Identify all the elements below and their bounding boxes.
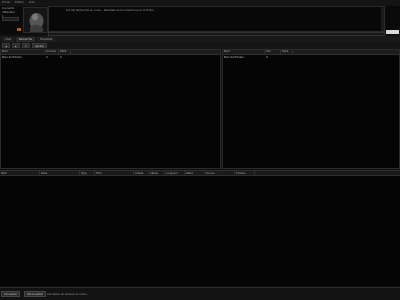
col-source[interactable]: Source [205, 171, 235, 175]
refresh-button[interactable]: ⟳ [21, 43, 30, 48]
col-size[interactable]: Taille [281, 50, 293, 54]
flag-icon [17, 28, 21, 31]
col-size[interactable]: Taille [40, 171, 80, 175]
col-name[interactable]: Nom [0, 171, 40, 175]
col-album[interactable]: Album [149, 171, 165, 175]
connect-button[interactable]: Connecter [1, 291, 20, 297]
right-input-field[interactable] [386, 30, 399, 34]
user-field[interactable] [2, 17, 19, 21]
list-item[interactable]: Nom de fichiers 0 0 [1, 55, 220, 60]
col-type[interactable]: Type [80, 171, 95, 175]
log-panel: [12:00] Recherche en cours… Résultats de… [48, 6, 385, 32]
menu-item-help[interactable]: Aide [29, 0, 35, 6]
row-name: Nom de fichiers [224, 56, 244, 59]
user-name-label: Utilisateur [2, 11, 15, 14]
results-list[interactable] [0, 176, 400, 286]
avatar-image [24, 8, 47, 32]
forward-button[interactable]: ► [11, 43, 20, 48]
back-button[interactable]: ◄ [2, 43, 10, 48]
row-name: Nom de fichiers [2, 56, 22, 59]
col-artist[interactable]: Artiste [134, 171, 149, 175]
col-size[interactable]: Taille [59, 50, 71, 54]
disconnect-button[interactable]: Déconnecter [24, 291, 46, 297]
avatar [23, 7, 48, 33]
col-files[interactable]: Fichiers [235, 171, 255, 175]
right-file-list: Nom Info Taille Nom de fichiers 0 [222, 49, 400, 169]
toolbar: ◄ ► ⟳ Ajouter [0, 42, 400, 49]
row-size: 0 [60, 56, 62, 59]
col-name[interactable]: Nom [1, 50, 45, 54]
user-status-label: Connecté [2, 7, 14, 10]
col-length[interactable]: Longueur [165, 171, 185, 175]
list-item[interactable]: Nom de fichiers 0 [223, 55, 399, 60]
col-bitrate[interactable]: Débit [185, 171, 205, 175]
col-info[interactable]: Info [265, 50, 281, 54]
log-scrollbar[interactable] [381, 7, 384, 31]
row-sources: 0 [46, 56, 48, 59]
row-size [281, 55, 293, 60]
col-title[interactable]: Titre [95, 171, 134, 175]
status-bar: Connecter Déconnecter Connexion au serve… [0, 287, 400, 300]
row-info: 0 [266, 56, 268, 59]
add-button[interactable]: Ajouter [31, 43, 48, 48]
col-name[interactable]: Nom [223, 50, 265, 54]
log-line: [12:00] Recherche en cours… Résultats de… [66, 9, 154, 12]
col-sources[interactable]: Sources [45, 50, 59, 54]
left-file-list: Nom Sources Taille Nom de fichiers 0 0 [0, 49, 221, 169]
status-text: Connexion au serveur en cours... [47, 293, 89, 296]
